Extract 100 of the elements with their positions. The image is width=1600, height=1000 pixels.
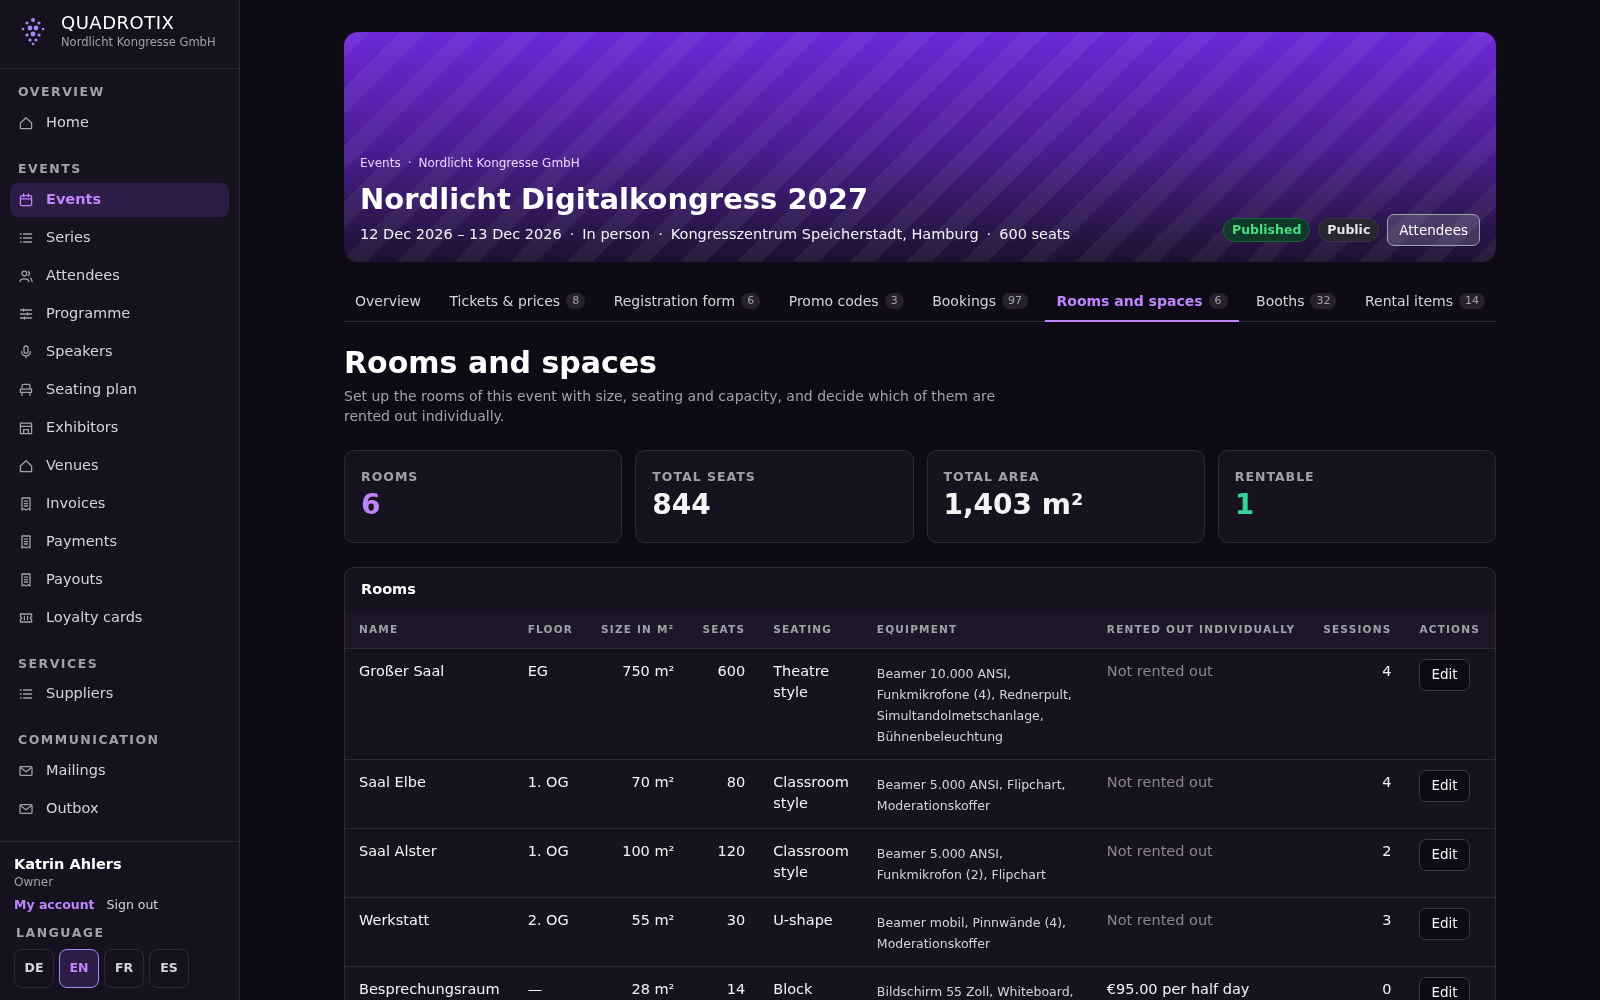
separator-dot: ·: [658, 225, 663, 245]
language-button[interactable]: ES: [149, 949, 189, 988]
column-header: RENTED OUT INDIVIDUALLY: [1092, 612, 1310, 648]
table-cell: 30: [688, 897, 760, 966]
account-link[interactable]: My account: [14, 895, 95, 915]
nav-item[interactable]: Outbox: [10, 792, 229, 826]
tab[interactable]: Promo codes 3: [777, 282, 915, 322]
table-cell: 1. OG: [513, 759, 588, 828]
calendar-icon: [18, 191, 34, 208]
language-button[interactable]: FR: [104, 949, 144, 988]
house-icon: [18, 457, 34, 474]
table-cell: Besprechungsraum: [345, 966, 514, 1000]
edit-button[interactable]: Edit: [1419, 769, 1470, 802]
nav-item[interactable]: Invoices: [10, 486, 229, 521]
column-header: ACTIONS: [1405, 612, 1495, 648]
separator-dot: ·: [569, 225, 575, 245]
table-cell: Not rented out: [1092, 759, 1310, 828]
nav-item[interactable]: Seating plan: [10, 372, 229, 407]
section-heading: OVERVIEW: [17, 83, 106, 101]
table-cell: 80: [688, 759, 760, 828]
table-cell: Beamer 10.000 ANSI, Funkmikrofone (4), Rednerpult, Simultandolmetschanlage, Bühnenbeleuchtung: [862, 648, 1093, 759]
seat-icon: [18, 381, 34, 398]
nav-item[interactable]: Payouts: [10, 562, 229, 597]
status-badge: Published: [1223, 218, 1311, 242]
table-cell: €95.00 per half day: [1092, 966, 1310, 1000]
event-detail: Kongresszentrum Speicherstadt, Hamburg: [670, 225, 979, 245]
table-cell: 600: [688, 648, 760, 759]
page-description: Set up the rooms of this event with size, seating and capacity, and decide which of them are rented out individually.: [344, 387, 997, 426]
nav-item[interactable]: Attendees: [10, 258, 229, 293]
user-name: Katrin Ahlers: [14, 854, 123, 874]
tab[interactable]: Bookings 97: [921, 282, 1039, 322]
edit-button[interactable]: Edit: [1419, 838, 1470, 871]
table-cell: 0: [1309, 966, 1406, 1000]
event-title: Nordlicht Digitalkongress 2027: [360, 181, 870, 219]
house-icon: [18, 114, 34, 131]
count-badge: 14: [1458, 293, 1485, 309]
edit-button[interactable]: Edit: [1419, 907, 1470, 940]
stat-value: 6: [361, 487, 382, 523]
tab[interactable]: Registration form 6: [602, 282, 772, 322]
column-header: SESSIONS: [1309, 612, 1406, 648]
stat-label: ROOMS: [361, 469, 420, 485]
table-cell: Not rented out: [1092, 648, 1310, 759]
nav-item[interactable]: Programme: [10, 296, 229, 331]
tab[interactable]: Overview: [344, 282, 432, 322]
section-heading: EVENTS: [17, 159, 83, 178]
breadcrumb-link[interactable]: Events: [360, 154, 401, 173]
nav-item[interactable]: Speakers: [10, 334, 229, 369]
stat-label: RENTABLE: [1234, 469, 1316, 485]
stat-label: TOTAL AREA: [943, 469, 1041, 485]
tab[interactable]: Rental items 14: [1354, 282, 1496, 322]
table-title: Rooms: [360, 580, 417, 600]
attendees-button[interactable]: Attendees: [1387, 214, 1480, 246]
edit-button[interactable]: Edit: [1419, 658, 1470, 691]
table-cell: Beamer 5.000 ANSI, Flipchart, Moderationskoffer: [862, 759, 1093, 828]
stat-label: TOTAL SEATS: [652, 469, 757, 485]
table-cell: EG: [513, 648, 588, 759]
nav-item[interactable]: Home: [10, 105, 229, 140]
tab[interactable]: Booths 32: [1245, 282, 1348, 322]
language-button[interactable]: DE: [14, 949, 54, 988]
tab[interactable]: Rooms and spaces 6: [1045, 282, 1239, 322]
table-cell: 120: [688, 828, 760, 897]
table-cell: U-shape: [759, 897, 863, 966]
table-cell: 1. OG: [513, 828, 588, 897]
nav-item[interactable]: Series: [10, 220, 229, 255]
nav-item[interactable]: Events: [10, 182, 229, 217]
table-cell: Not rented out: [1092, 828, 1310, 897]
table-cell: Classroom style: [759, 759, 863, 828]
event-detail: 600 seats: [999, 225, 1071, 245]
column-header: SEATING: [759, 612, 863, 648]
table-cell: Classroom style: [759, 828, 863, 897]
table-cell: Großer Saal: [345, 648, 514, 759]
column-header: NAME: [345, 612, 514, 648]
nav-item[interactable]: Venues: [10, 448, 229, 483]
tab[interactable]: Tickets & prices 8: [438, 282, 597, 322]
sign-out-link[interactable]: Sign out: [106, 895, 159, 915]
breadcrumb-link[interactable]: Nordlicht Kongresse GmbH: [418, 154, 580, 173]
count-badge: 32: [1310, 293, 1337, 309]
language-button[interactable]: EN: [59, 949, 99, 988]
nav-item[interactable]: Payments: [10, 524, 229, 559]
edit-button[interactable]: Edit: [1419, 976, 1470, 1000]
table-cell: 2: [1309, 828, 1406, 897]
count-badge: 3: [884, 293, 904, 309]
mail-icon: [18, 801, 34, 817]
table-cell: 70 m²: [587, 759, 689, 828]
table-cell: Werkstatt: [345, 897, 514, 966]
table-cell: 55 m²: [587, 897, 689, 966]
receipt-icon: [18, 533, 34, 550]
table-cell: 4: [1309, 648, 1406, 759]
column-header: SEATS: [688, 612, 760, 648]
column-header: FLOOR: [513, 612, 588, 648]
stat-value: 1: [1234, 487, 1256, 523]
table-cell: —: [513, 966, 588, 1000]
nav-item[interactable]: Mailings: [10, 754, 229, 788]
column-header: SIZE IN M²: [587, 612, 689, 648]
table-cell: 4: [1309, 759, 1406, 828]
nav-item[interactable]: Loyalty cards: [10, 600, 229, 635]
separator-dot: ·: [407, 155, 412, 173]
nav-item[interactable]: Suppliers: [10, 677, 229, 712]
table-cell: 14: [688, 966, 760, 1000]
nav-item[interactable]: Exhibitors: [10, 410, 229, 445]
